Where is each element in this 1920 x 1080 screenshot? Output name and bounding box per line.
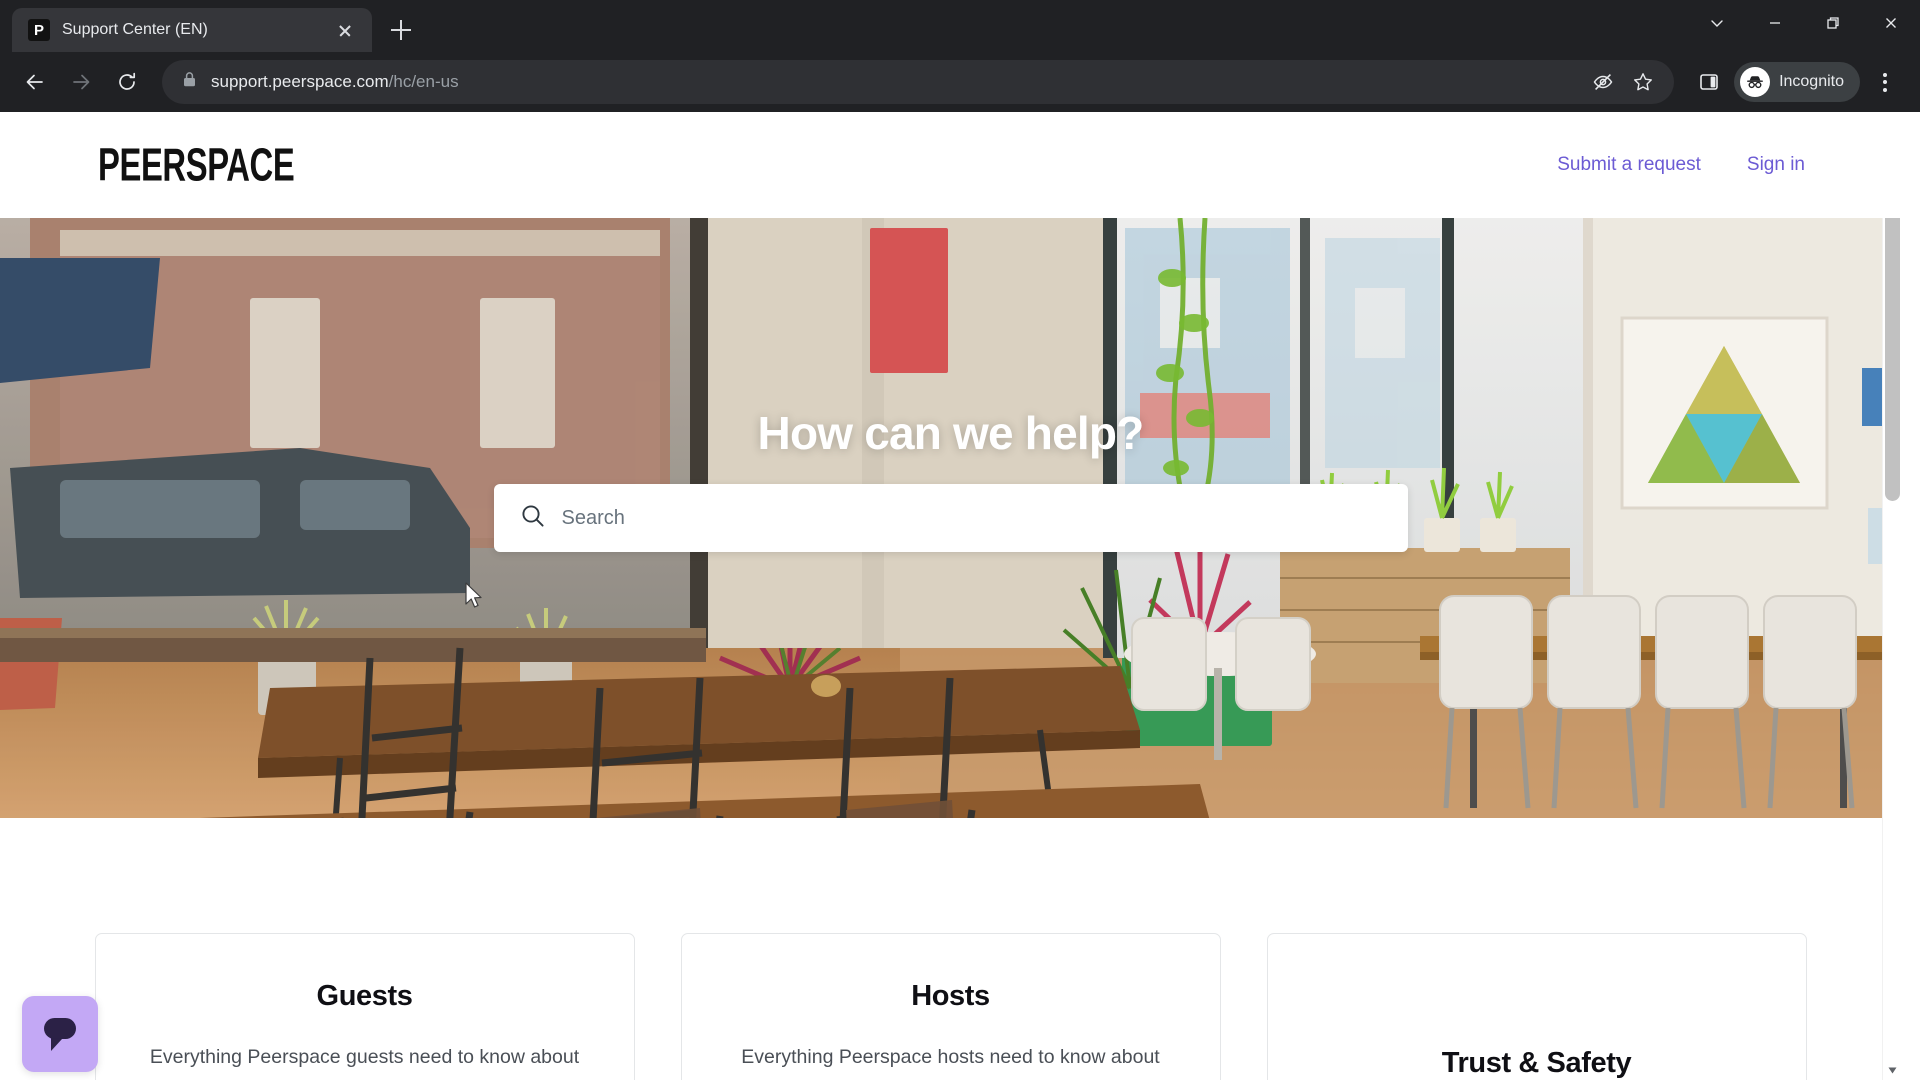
card-description: Everything Peerspace hosts need to know … (741, 1046, 1160, 1080)
chevron-down-icon[interactable] (1688, 0, 1746, 46)
lock-icon (182, 71, 197, 93)
peerspace-logo[interactable]: PEERSPACE (98, 141, 295, 188)
reload-icon[interactable] (106, 61, 148, 103)
category-card-guests[interactable]: Guests Everything Peerspace guests need … (94, 933, 635, 1080)
search-box[interactable] (493, 484, 1408, 552)
profile-chip[interactable]: Incognito (1734, 62, 1860, 102)
card-title: Trust & Safety (1441, 1046, 1632, 1079)
incognito-icon (1740, 67, 1771, 97)
category-cards: Guests Everything Peerspace guests need … (0, 933, 1901, 1080)
close-window-icon[interactable] (1862, 0, 1920, 46)
window-controls (1688, 0, 1920, 46)
address-bar[interactable]: support.peerspace.com/hc/en-us (162, 60, 1675, 104)
category-card-hosts[interactable]: Hosts Everything Peerspace hosts need to… (680, 933, 1221, 1080)
omnibox-actions (1586, 65, 1660, 99)
back-arrow-icon[interactable] (14, 61, 56, 103)
browser-toolbar: support.peerspace.com/hc/en-us Incognito (0, 52, 1920, 112)
browser-window: P Support Center (EN) support.peerspace.… (0, 0, 1920, 1080)
url-text: support.peerspace.com/hc/en-us (211, 72, 459, 92)
card-description: Everything Peerspace guests need to know… (149, 1046, 580, 1080)
tab-title: Support Center (EN) (62, 21, 208, 38)
star-icon[interactable] (1626, 65, 1660, 99)
chat-widget-button[interactable] (22, 996, 98, 1072)
site-header: PEERSPACE Submit a request Sign in (0, 112, 1901, 218)
category-card-trust-and-safety[interactable]: Trust & Safety (1266, 933, 1807, 1080)
header-nav: Submit a request Sign in (1557, 154, 1805, 176)
third-party-cookie-blocked-icon[interactable] (1586, 65, 1620, 99)
tab-strip: P Support Center (EN) (0, 0, 1920, 52)
plus-icon[interactable] (382, 11, 420, 49)
scroll-down-arrow-icon[interactable] (1883, 1061, 1902, 1080)
hero-content: How can we help? (0, 218, 1901, 818)
close-icon[interactable] (332, 17, 358, 43)
minimize-icon[interactable] (1746, 0, 1804, 46)
search-icon (520, 503, 546, 534)
card-title: Guests (316, 980, 413, 1012)
restore-icon[interactable] (1804, 0, 1862, 46)
url-host: support.peerspace.com (211, 72, 389, 91)
search-input[interactable] (561, 506, 1382, 530)
chat-bubble-icon (44, 1018, 76, 1051)
page-viewport: PEERSPACE Submit a request Sign in How c… (0, 112, 1920, 1080)
forward-arrow-icon[interactable] (60, 61, 102, 103)
side-panel-icon[interactable] (1688, 61, 1730, 103)
hero-banner: How can we help? (0, 218, 1901, 818)
page-title: How can we help? (757, 407, 1145, 459)
card-title: Hosts (911, 980, 990, 1012)
url-path: /hc/en-us (388, 72, 459, 91)
kebab-menu-icon[interactable] (1864, 61, 1906, 103)
support-center-page: PEERSPACE Submit a request Sign in How c… (0, 112, 1901, 1080)
profile-label: Incognito (1779, 73, 1844, 90)
sign-in-link[interactable]: Sign in (1747, 154, 1805, 176)
categories-section: Guests Everything Peerspace guests need … (0, 818, 1901, 1080)
submit-a-request-link[interactable]: Submit a request (1557, 154, 1701, 176)
tab-favicon: P (28, 19, 50, 41)
browser-tab[interactable]: P Support Center (EN) (12, 8, 372, 52)
